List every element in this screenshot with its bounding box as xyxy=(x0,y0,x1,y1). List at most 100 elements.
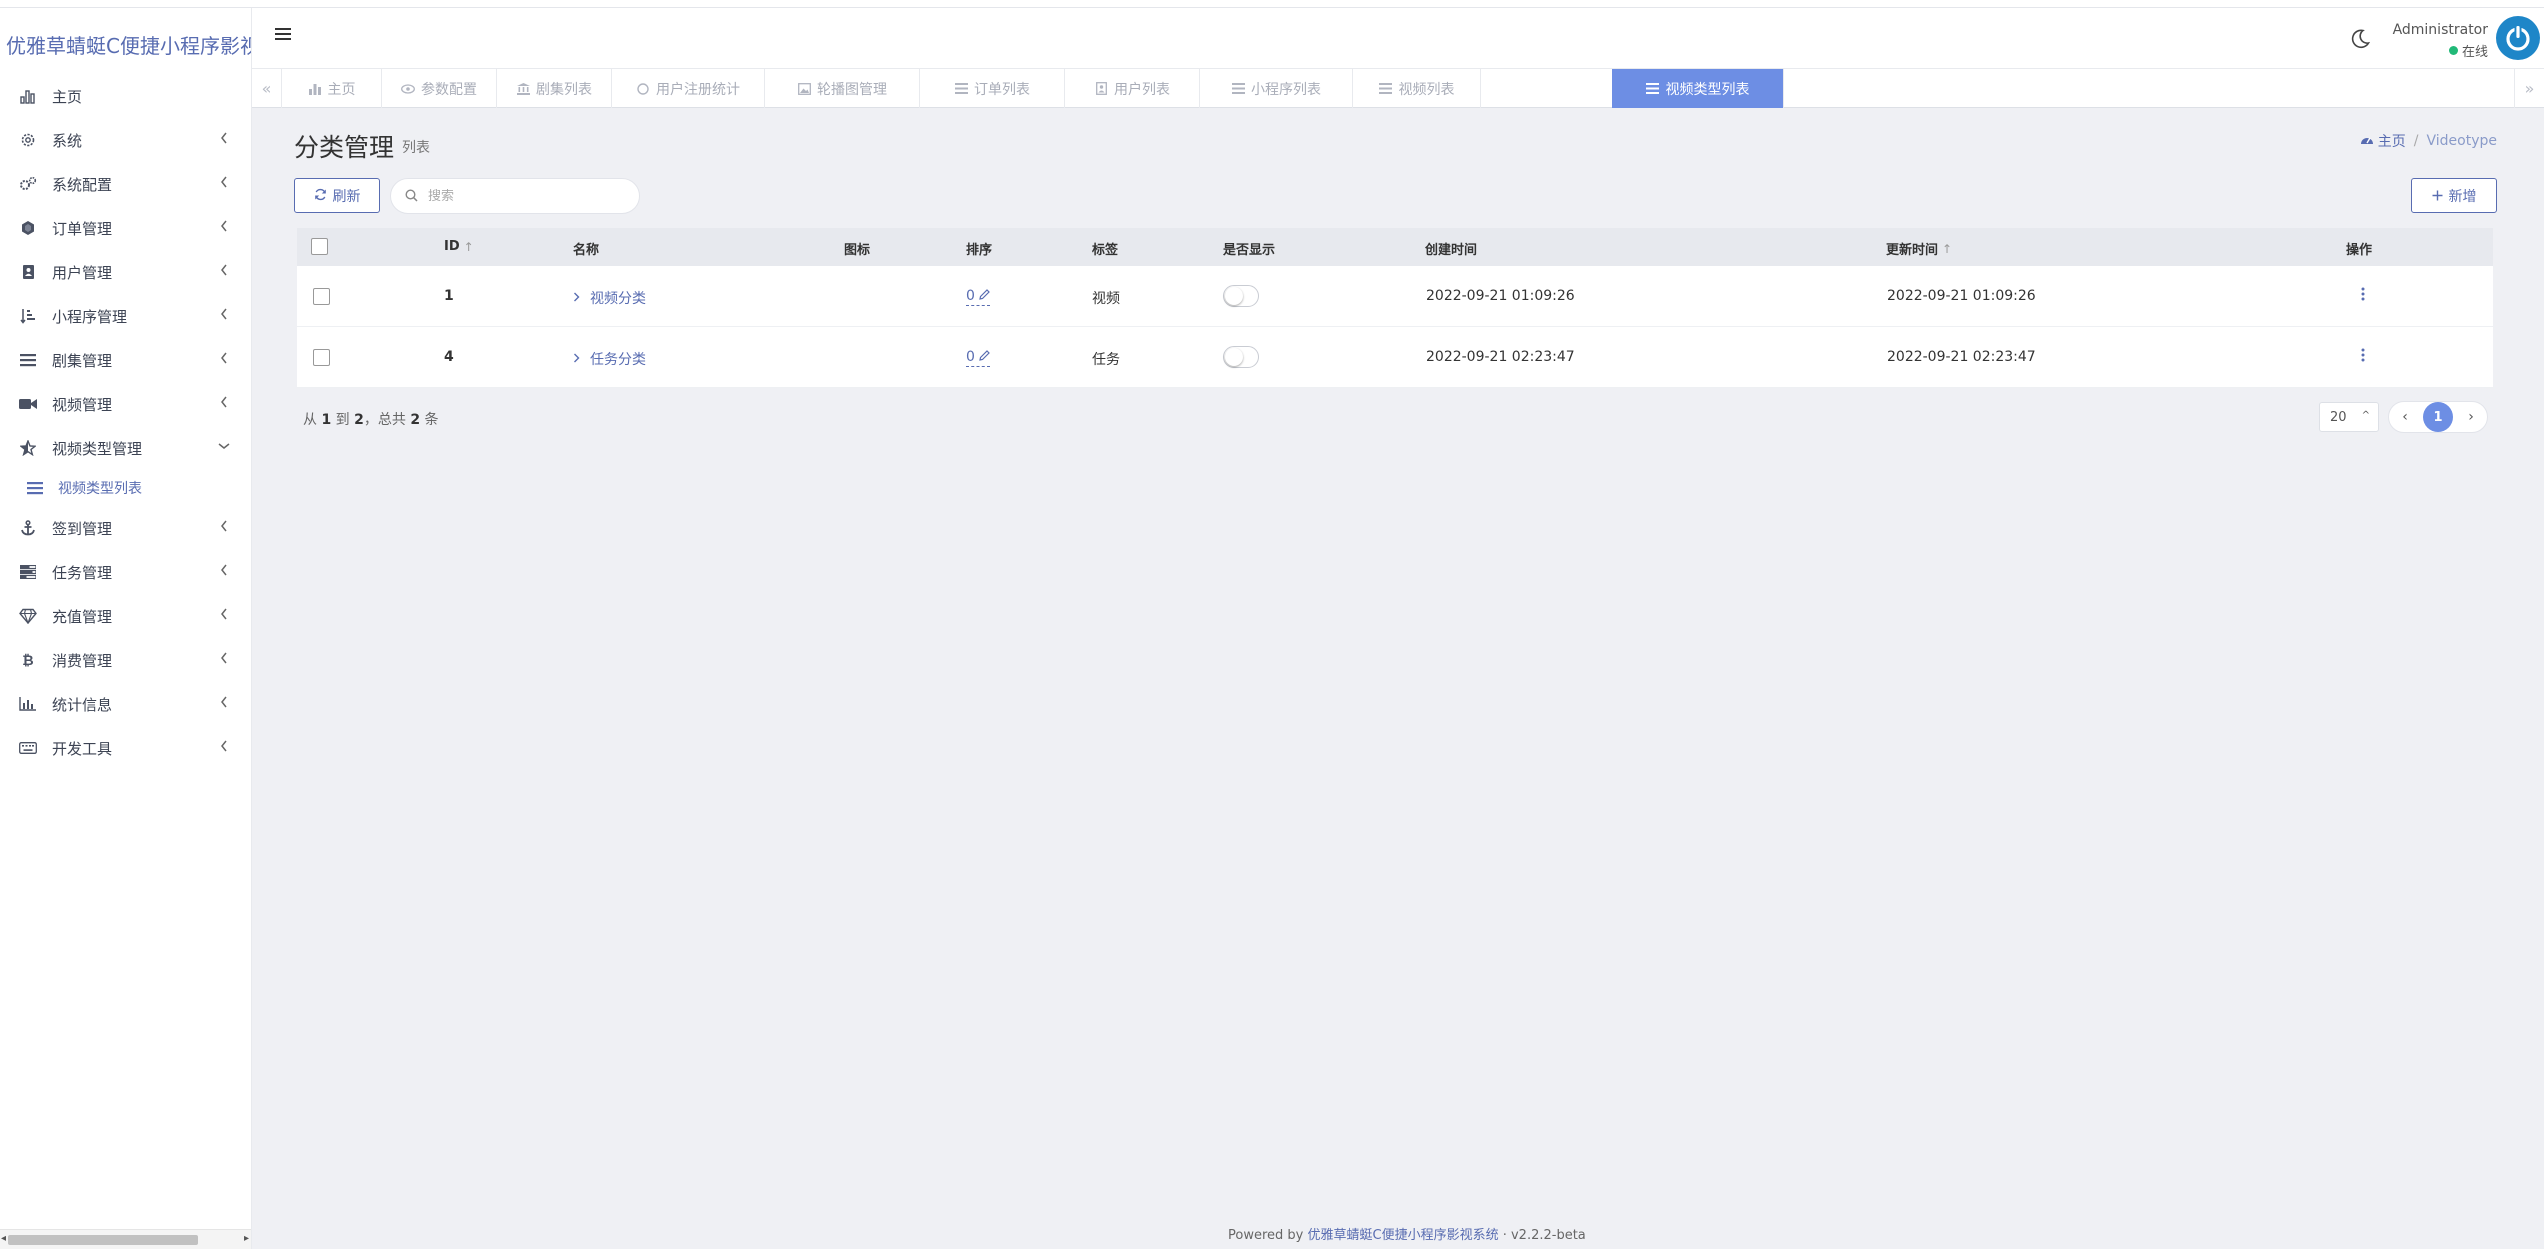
refresh-button[interactable]: 刷新 xyxy=(294,178,380,213)
row-checkbox[interactable] xyxy=(313,288,330,309)
prev-page-icon[interactable]: ‹ xyxy=(2397,409,2413,425)
eye-icon xyxy=(401,82,415,96)
per-page-select[interactable]: 20 ^ xyxy=(2319,402,2379,432)
chevron-up-icon: ^ xyxy=(2361,410,2370,421)
tab-orders[interactable]: 订单列表 xyxy=(920,69,1065,108)
breadcrumb-home[interactable]: 主页 xyxy=(2360,131,2406,151)
sidebar-item-statistics[interactable]: 统计信息 xyxy=(0,682,251,726)
toggle-knob xyxy=(1225,348,1243,366)
tab-label: 小程序列表 xyxy=(1251,81,1321,98)
tab-episodes[interactable]: 剧集列表 xyxy=(497,69,612,108)
cell-order-editable[interactable]: 0 xyxy=(966,349,990,367)
visible-toggle[interactable] xyxy=(1223,346,1259,368)
cell-created: 2022-09-21 02:23:47 xyxy=(1426,349,1575,365)
sidebar-item-consumption[interactable]: ₿ 消费管理 xyxy=(0,638,251,682)
sidebar-item-label: 剧集管理 xyxy=(52,351,113,370)
add-new-button[interactable]: 新增 xyxy=(2411,178,2497,213)
summary-text: 条 xyxy=(424,412,439,428)
column-header-tag: 标签 xyxy=(1092,239,1118,258)
sidebar-item-system-config[interactable]: 系统配置 xyxy=(0,162,251,206)
toggle-switch[interactable] xyxy=(1223,346,1259,368)
sort-arrow-icon[interactable]: ↑ xyxy=(464,240,474,254)
powered-link[interactable]: 优雅草蜻蜓C便捷小程序影视系统 xyxy=(1308,1228,1499,1243)
diamond-icon xyxy=(18,606,38,626)
add-new-label: 新增 xyxy=(2448,187,2477,204)
tab-user-register-stats[interactable]: 用户注册统计 xyxy=(612,69,765,108)
chevron-left-icon xyxy=(217,519,231,533)
breadcrumb-home-label: 主页 xyxy=(2377,134,2406,150)
tab-videos[interactable]: 视频列表 xyxy=(1353,69,1481,108)
tab-label: 视频列表 xyxy=(1398,81,1455,98)
list-icon xyxy=(1231,82,1245,96)
sidebar-item-label: 小程序管理 xyxy=(52,307,128,326)
chevron-right-icon xyxy=(573,290,580,306)
sidebar-item-tasks[interactable]: 任务管理 xyxy=(0,550,251,594)
sidebar-horizontal-scrollbar[interactable]: ◂ ▸ xyxy=(0,1229,251,1249)
toggle-knob xyxy=(1225,287,1243,305)
cell-order-editable[interactable]: 0 xyxy=(966,288,990,306)
sidebar-item-miniprogram[interactable]: 小程序管理 xyxy=(0,294,251,338)
tab-video-types[interactable]: 视频类型列表 xyxy=(1612,69,1784,108)
sidebar-item-episodes[interactable]: 剧集管理 xyxy=(0,338,251,382)
tab-miniprograms[interactable]: 小程序列表 xyxy=(1200,69,1353,108)
scroll-left-arrow-icon[interactable]: ◂ xyxy=(1,1233,6,1244)
tab-users[interactable]: 用户列表 xyxy=(1065,69,1200,108)
menu-toggle-icon[interactable] xyxy=(274,26,294,46)
row-checkbox[interactable] xyxy=(313,349,330,370)
page-number[interactable]: 1 xyxy=(2423,402,2453,432)
tab-carousel[interactable]: 轮播图管理 xyxy=(765,69,920,108)
online-dot-icon xyxy=(2448,46,2458,55)
sidebar-item-recharge[interactable]: 充值管理 xyxy=(0,594,251,638)
tab-params[interactable]: 参数配置 xyxy=(382,69,497,108)
sidebar-subitem-video-type-list[interactable]: 视频类型列表 xyxy=(0,470,251,506)
sidebar-item-devtools[interactable]: 开发工具 xyxy=(0,726,251,770)
row-actions-more-icon[interactable] xyxy=(2361,286,2365,306)
brand-title[interactable]: 优雅草蜻蜓C便捷小程序影视 xyxy=(0,8,251,74)
sidebar-item-checkin[interactable]: 签到管理 xyxy=(0,506,251,550)
sidebar-item-users[interactable]: 用户管理 xyxy=(0,250,251,294)
sidebar-item-videos[interactable]: 视频管理 xyxy=(0,382,251,426)
avatar[interactable] xyxy=(2496,16,2540,60)
summary-to: 2 xyxy=(354,412,364,428)
checkbox[interactable] xyxy=(311,238,328,255)
checkbox[interactable] xyxy=(313,288,330,305)
cell-name-expand[interactable]: 视频分类 xyxy=(573,288,646,308)
table-row: 1 视频分类 0 视频 2022-09-21 01:09:26 2022-09-… xyxy=(297,266,2493,327)
pagination-summary: 从 1 到 2，总共 2 条 xyxy=(303,409,439,429)
toggle-switch[interactable] xyxy=(1223,285,1259,307)
tasks-icon xyxy=(18,562,38,582)
scroll-right-arrow-icon[interactable]: ▸ xyxy=(244,1233,249,1244)
sidebar-item-label: 充值管理 xyxy=(52,607,113,626)
dark-mode-moon-icon[interactable] xyxy=(2349,28,2373,52)
column-header-id[interactable]: ID ↑ xyxy=(444,239,474,254)
cell-name-expand[interactable]: 任务分类 xyxy=(573,349,646,369)
admin-name[interactable]: Administrator xyxy=(2393,22,2488,38)
chevron-left-icon xyxy=(217,131,231,145)
visible-toggle[interactable] xyxy=(1223,285,1259,307)
sidebar-item-system[interactable]: 系统 xyxy=(0,118,251,162)
checkbox[interactable] xyxy=(313,349,330,366)
sort-arrow-icon[interactable]: ↑ xyxy=(1942,242,1952,256)
column-header-visible: 是否显示 xyxy=(1223,239,1275,258)
chevron-left-icon xyxy=(217,563,231,577)
sidebar-item-orders[interactable]: 订单管理 xyxy=(0,206,251,250)
select-all-checkbox[interactable] xyxy=(311,238,328,255)
sidebar-item-label: 系统 xyxy=(52,131,83,150)
tabs-scroll-right-icon[interactable]: » xyxy=(2514,69,2544,108)
address-book-icon xyxy=(18,262,38,282)
table-header: ID ↑ 名称 图标 排序 标签 是否显示 创建时间 更新时间 ↑ 操作 xyxy=(297,228,2493,266)
tab-home[interactable]: 主页 xyxy=(282,69,382,108)
sidebar-item-label: 订单管理 xyxy=(52,219,113,238)
tabs-scroll-left-icon[interactable]: « xyxy=(252,69,282,108)
cell-tag: 视频 xyxy=(1092,291,1120,307)
sidebar-item-home[interactable]: 主页 xyxy=(0,74,251,118)
search-input[interactable] xyxy=(428,188,628,204)
next-page-icon[interactable]: › xyxy=(2463,409,2479,425)
column-header-updated[interactable]: 更新时间 ↑ xyxy=(1886,239,1952,259)
sidebar-item-video-types[interactable]: 视频类型管理 xyxy=(0,426,251,470)
search-box[interactable] xyxy=(390,178,640,214)
sidebar: 优雅草蜻蜓C便捷小程序影视 主页 系统 系统配置 订单管理 用户管理 小程序管理… xyxy=(0,8,252,1249)
scrollbar-thumb[interactable] xyxy=(8,1235,198,1245)
row-actions-more-icon[interactable] xyxy=(2361,347,2365,367)
tab-label: 参数配置 xyxy=(421,81,477,98)
